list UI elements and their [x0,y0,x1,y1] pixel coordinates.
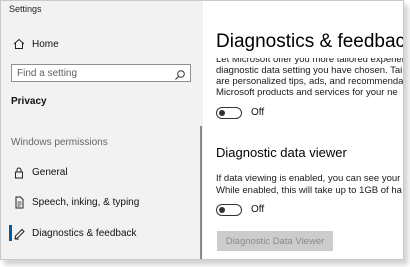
sidebar: Settings Home Privacy Windows permission… [1,1,203,259]
toggle-knob [219,109,225,116]
section-title: Privacy [11,96,47,107]
sidebar-scrollbar[interactable] [200,126,202,259]
search-input[interactable] [17,66,167,80]
window-title: Settings [9,4,42,14]
sidebar-item-general[interactable]: General [1,160,199,184]
tailored-experiences-toggle[interactable] [216,107,242,119]
search-box[interactable] [11,64,191,82]
settings-window: Settings Home Privacy Windows permission… [0,0,404,260]
viewer-heading: Diagnostic data viewer [216,145,347,160]
description-line: Microsoft products and services for your… [216,87,398,98]
diagnostic-viewer-toggle[interactable] [216,204,242,216]
toggle-knob [219,206,225,213]
sidebar-item-label: General [32,166,68,178]
sidebar-item-diagnostics[interactable]: Diagnostics & feedback [1,221,199,245]
page-title: Diagnostics & feedback [216,31,404,52]
sidebar-item-speech[interactable]: Speech, inking, & typing [1,190,199,214]
toggle-state-label: Off [251,204,265,215]
toggle-state-label: Off [251,107,265,118]
main-content: Diagnostics & feedback Let Microsoft off… [203,1,403,259]
sidebar-item-label: Speech, inking, & typing [32,196,140,208]
lock-icon [12,165,26,179]
viewer-description-line: If data viewing is enabled, you can see … [216,173,401,184]
viewer-description-line: While enabled, this will take up to 1GB … [216,185,402,196]
feedback-icon [12,226,26,240]
group-title: Windows permissions [11,137,108,148]
search-icon[interactable] [174,68,186,80]
document-icon [12,195,26,209]
home-nav-item[interactable]: Home [1,32,199,56]
home-icon [12,37,26,51]
diagnostic-data-viewer-button[interactable]: Diagnostic Data Viewer [217,231,333,251]
home-label: Home [32,38,59,50]
sidebar-item-label: Diagnostics & feedback [32,227,137,239]
